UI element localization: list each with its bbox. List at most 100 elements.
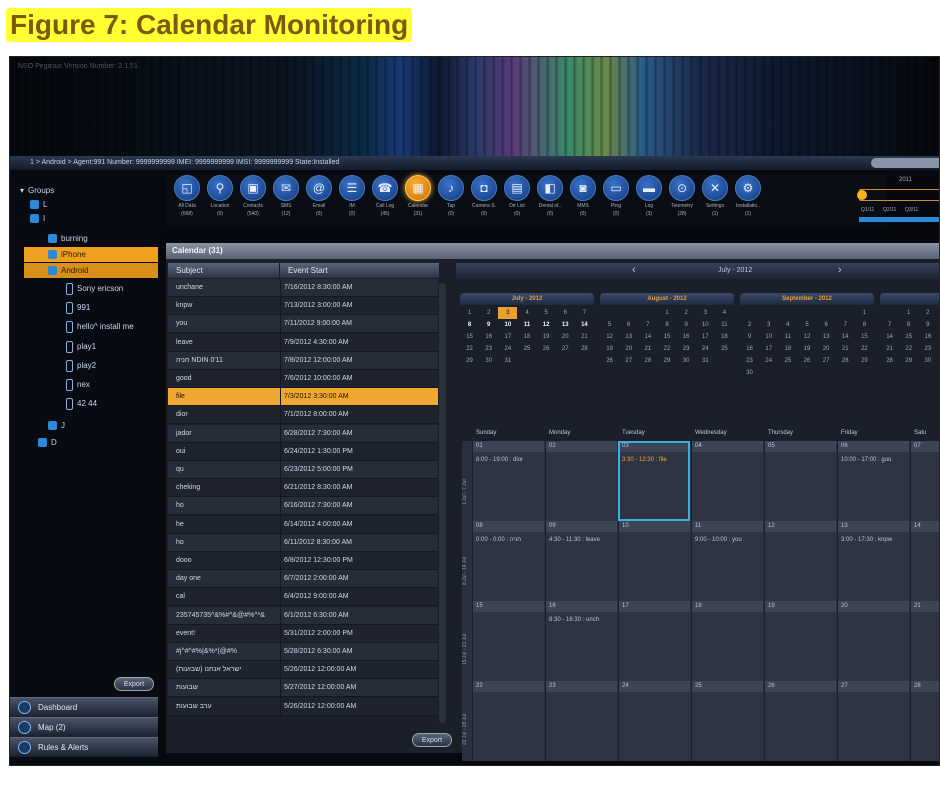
- mini-day[interactable]: 6: [619, 319, 638, 331]
- mini-day[interactable]: 4: [715, 307, 734, 319]
- mini-day[interactable]: 9: [740, 331, 759, 343]
- mini-day[interactable]: 31: [498, 355, 517, 367]
- day-cell[interactable]: 22: [472, 681, 544, 761]
- table-row[interactable]: cheking 6/21/2012 8:30:00 AM: [168, 479, 438, 498]
- mini-day[interactable]: 30: [918, 355, 937, 367]
- tool-calendar[interactable]: ▦ Calendar (31): [405, 175, 431, 217]
- tool-installatio[interactable]: ⚙ Installatio.. (1): [735, 175, 761, 217]
- mini-day[interactable]: 6: [556, 307, 575, 319]
- table-row[interactable]: oui 6/24/2012 1:30:00 PM: [168, 442, 438, 461]
- mini-day[interactable]: 31: [696, 355, 715, 367]
- mini-day[interactable]: 1: [657, 307, 676, 319]
- mini-day[interactable]: 8: [855, 319, 874, 331]
- tool-alldata[interactable]: ◱ All Data (668): [174, 175, 200, 217]
- table-row[interactable]: 235745735^&%#^&@#%^*& 6/1/2012 6:30:00 AM: [168, 606, 438, 625]
- day-cell[interactable]: 06 10:00 - 17:00 : goo: [837, 441, 909, 521]
- day-cell[interactable]: 07: [910, 441, 939, 521]
- mini-day[interactable]: 25: [715, 343, 734, 355]
- prev-month-button[interactable]: ‹: [632, 263, 636, 277]
- mini-day[interactable]: 10: [696, 319, 715, 331]
- mini-day[interactable]: 4: [517, 307, 536, 319]
- mini-day[interactable]: 20: [817, 343, 836, 355]
- mini-day[interactable]: 24: [696, 343, 715, 355]
- mini-day[interactable]: 2: [677, 307, 696, 319]
- day-cell[interactable]: 27: [837, 681, 909, 761]
- table-scrollbar[interactable]: [439, 283, 446, 723]
- mini-day[interactable]: 5: [537, 307, 556, 319]
- mini-day[interactable]: 29: [460, 355, 479, 367]
- mini-day[interactable]: 22: [855, 343, 874, 355]
- mini-day[interactable]: 15: [460, 331, 479, 343]
- mini-day[interactable]: 11: [715, 319, 734, 331]
- table-row[interactable]: file 7/3/2012 3:30:00 AM: [168, 388, 438, 407]
- calendar-event[interactable]: 3:30 - 12:30 : file: [622, 457, 667, 463]
- tree-item[interactable]: play2: [66, 358, 96, 373]
- tool-telemetry[interactable]: ⊙ Telemetry (28): [669, 175, 695, 217]
- mini-day[interactable]: 26: [537, 343, 556, 355]
- tool-settings[interactable]: ✕ Settings (1): [702, 175, 728, 217]
- day-cell[interactable]: 04: [691, 441, 763, 521]
- mini-day[interactable]: 7: [836, 319, 855, 331]
- tree-item[interactable]: I: [30, 211, 45, 226]
- mini-day[interactable]: 5: [600, 319, 619, 331]
- day-cell[interactable]: 10: [618, 521, 690, 601]
- calendar-event[interactable]: 10:00 - 17:00 : goo: [841, 457, 891, 463]
- table-row[interactable]: you 7/11/2012 9:00:00 AM: [168, 315, 438, 334]
- mini-day[interactable]: 14: [575, 319, 594, 331]
- mini-day[interactable]: 29: [899, 355, 918, 367]
- mini-day[interactable]: 19: [600, 343, 619, 355]
- mini-day[interactable]: 3: [696, 307, 715, 319]
- mini-day[interactable]: 20: [556, 331, 575, 343]
- mini-day[interactable]: 27: [817, 355, 836, 367]
- mini-day[interactable]: 13: [619, 331, 638, 343]
- mini-day[interactable]: 29: [657, 355, 676, 367]
- mini-day[interactable]: 30: [677, 355, 696, 367]
- mini-day[interactable]: 1: [460, 307, 479, 319]
- mini-day[interactable]: 22: [899, 343, 918, 355]
- tree-item[interactable]: D: [38, 435, 57, 450]
- mini-day[interactable]: 1: [855, 307, 874, 319]
- day-cell[interactable]: 03 3:30 - 12:30 : file: [618, 441, 690, 521]
- tool-ping[interactable]: ▭ Ping (0): [603, 175, 629, 217]
- tool-dirlist[interactable]: ▤ Dir List (0): [504, 175, 530, 217]
- table-row[interactable]: cal 6/4/2012 9:00:00 AM: [168, 588, 438, 607]
- mini-day[interactable]: 2: [479, 307, 498, 319]
- mini-day[interactable]: 29: [855, 355, 874, 367]
- table-row[interactable]: ישראל אנחנו (שבועות) 5/26/2012 12:00:00 A…: [168, 661, 438, 680]
- mini-day[interactable]: 23: [740, 355, 759, 367]
- day-cell[interactable]: 12: [764, 521, 836, 601]
- tool-mms[interactable]: ◙ MMS (0): [570, 175, 596, 217]
- mini-day[interactable]: 21: [880, 343, 899, 355]
- mini-day[interactable]: 19: [537, 331, 556, 343]
- mini-day[interactable]: 15: [657, 331, 676, 343]
- table-row[interactable]: leave 7/9/2012 4:30:00 AM: [168, 333, 438, 352]
- mini-day[interactable]: 2: [918, 307, 937, 319]
- table-row[interactable]: good 7/6/2012 10:00:00 AM: [168, 370, 438, 388]
- mini-day[interactable]: 16: [677, 331, 696, 343]
- tool-location[interactable]: ⚲ Location (0): [207, 175, 233, 217]
- day-cell[interactable]: 19: [764, 601, 836, 681]
- mini-day[interactable]: 14: [836, 331, 855, 343]
- table-row[interactable]: #j^#^#%|&%*(@#% 5/28/2012 6:30:00 AM: [168, 643, 438, 661]
- tree-item[interactable]: J: [48, 418, 65, 433]
- mini-day[interactable]: 21: [638, 343, 657, 355]
- mini-day[interactable]: 13: [556, 319, 575, 331]
- mini-day[interactable]: 27: [619, 355, 638, 367]
- mini-day[interactable]: 7: [638, 319, 657, 331]
- mini-day[interactable]: 27: [556, 343, 575, 355]
- mini-day[interactable]: 23: [918, 343, 937, 355]
- mini-day[interactable]: 3: [759, 319, 778, 331]
- day-cell[interactable]: 18: [691, 601, 763, 681]
- tree-item[interactable]: burning: [48, 231, 88, 246]
- day-cell[interactable]: 26: [764, 681, 836, 761]
- mini-day[interactable]: 12: [537, 319, 556, 331]
- day-cell[interactable]: 15: [472, 601, 544, 681]
- mini-day[interactable]: 23: [677, 343, 696, 355]
- tree-item[interactable]: 42 44: [66, 396, 97, 411]
- col-event-start[interactable]: Event Start: [280, 263, 440, 278]
- day-cell[interactable]: 09 4:30 - 11:30 : leave: [545, 521, 617, 601]
- table-row[interactable]: day one 6/7/2012 2:00:00 AM: [168, 570, 438, 589]
- col-subject[interactable]: Subject: [168, 263, 280, 278]
- back-button[interactable]: [871, 158, 939, 168]
- timeline-range[interactable]: [859, 217, 939, 222]
